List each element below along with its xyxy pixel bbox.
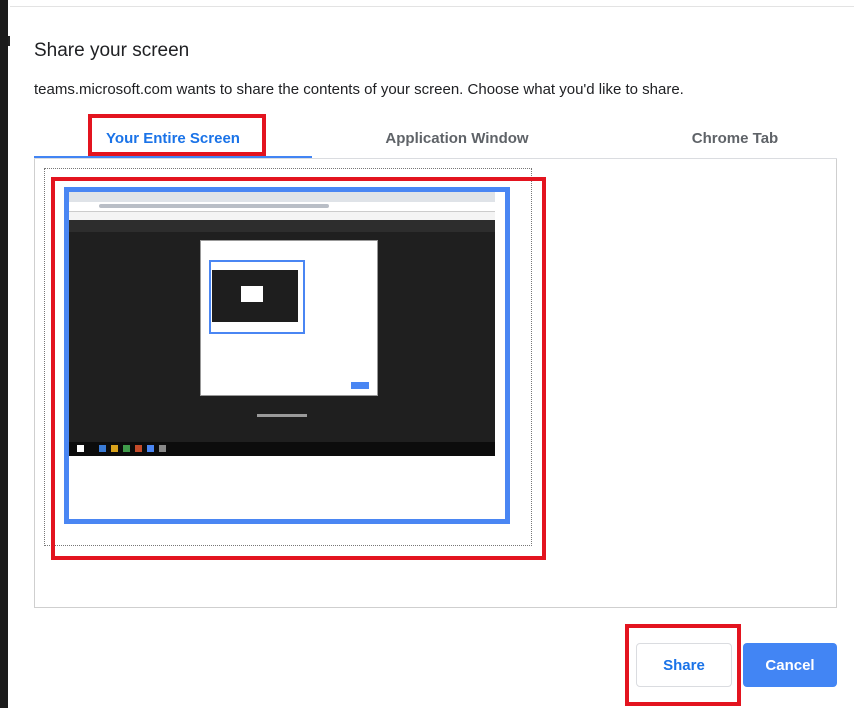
tab-chrome-tab[interactable]: Chrome Tab (600, 118, 854, 158)
cancel-button[interactable]: Cancel (743, 643, 837, 687)
preview-taskbar-icon (111, 445, 118, 452)
preview-taskbar-icon (99, 445, 106, 452)
preview-taskbar-icon (135, 445, 142, 452)
preview-taskbar-icon (147, 445, 154, 452)
preview-caption (257, 414, 307, 417)
preview-browser-tabs (69, 192, 495, 202)
preview-start-icon (77, 445, 84, 452)
preview-taskbar (69, 442, 495, 456)
window-edge-mark (8, 36, 10, 46)
dialog-description: teams.microsoft.com wants to share the c… (34, 81, 684, 98)
tab-application-window[interactable]: Application Window (318, 118, 596, 158)
preview-url (99, 204, 329, 208)
dialog-title: Share your screen (34, 40, 190, 61)
preview-dialog-nested (241, 286, 263, 302)
window-edge (0, 0, 8, 708)
preview-bookmarks-bar (69, 212, 495, 220)
preview-app-bar (69, 220, 495, 232)
preview-dialog-button (351, 382, 369, 389)
top-divider (10, 6, 854, 7)
preview-taskbar-icon (159, 445, 166, 452)
preview-taskbar-icon (123, 445, 130, 452)
tab-entire-screen[interactable]: Your Entire Screen (34, 118, 312, 158)
preview-blank-area (69, 456, 495, 499)
share-button[interactable]: Share (636, 643, 732, 687)
thumbnail-preview (69, 192, 495, 499)
